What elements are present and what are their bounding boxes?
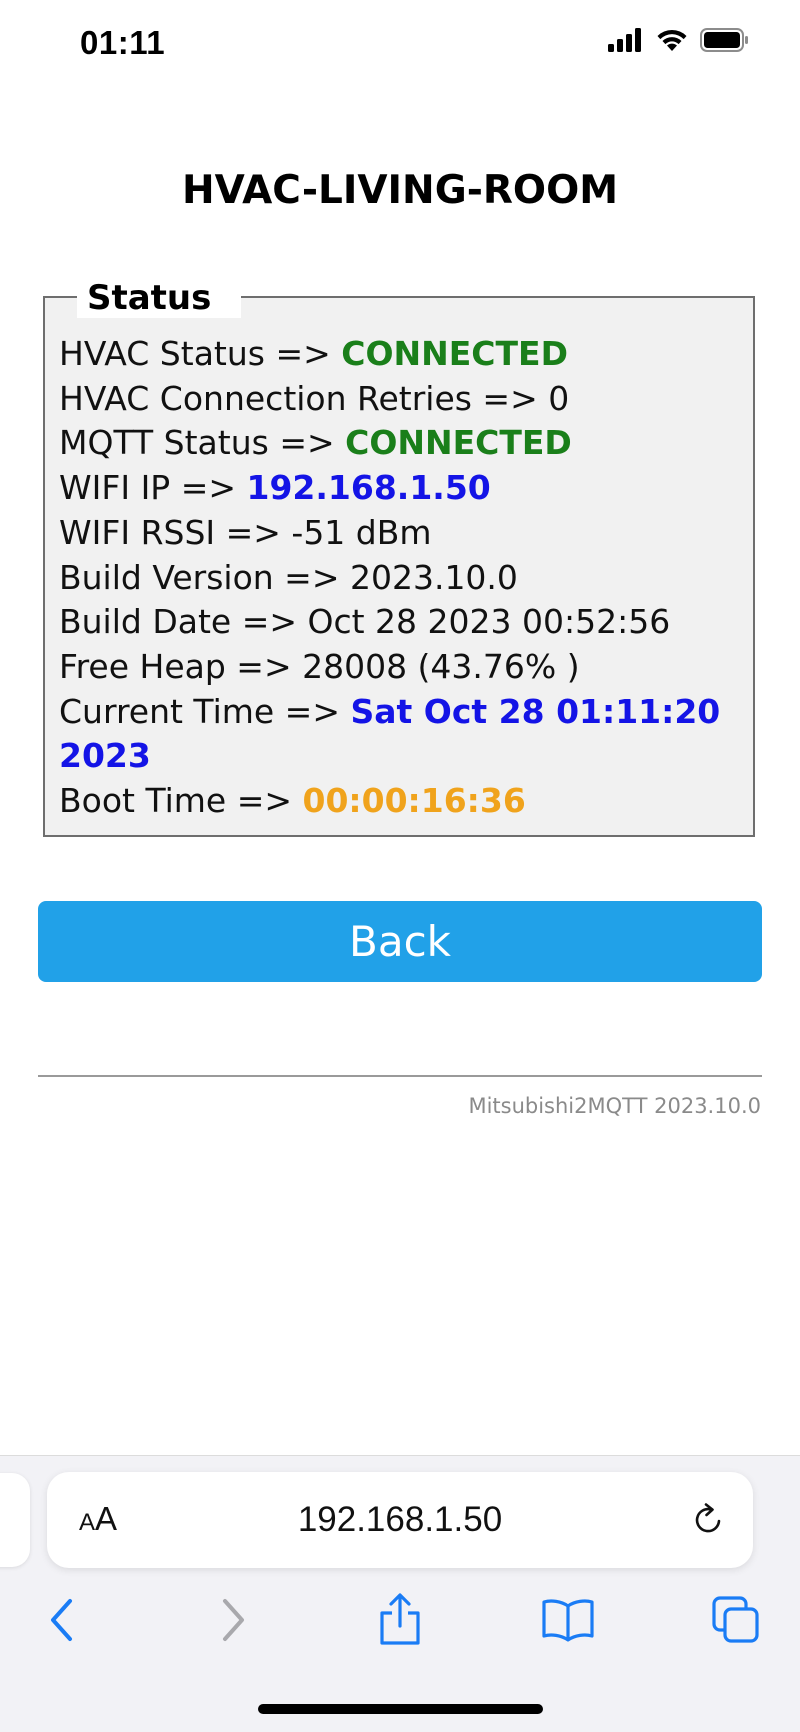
build-date-row: Build Date => Oct 28 2023 00:52:56	[59, 600, 743, 645]
retries-label: HVAC Connection Retries =>	[59, 378, 549, 418]
tabs-icon[interactable]	[706, 1590, 766, 1650]
address-bar[interactable]: AA 192.168.1.50	[47, 1472, 753, 1568]
bookmarks-icon[interactable]	[538, 1590, 598, 1650]
page-title: HVAC-LIVING-ROOM	[181, 168, 619, 213]
wifi-ip-label: WIFI IP =>	[59, 468, 247, 508]
forward-icon[interactable]	[203, 1590, 263, 1650]
build-version-value: 2023.10.0	[349, 557, 518, 597]
footer-version: Mitsubishi2MQTT 2023.10.0	[468, 1094, 761, 1118]
free-heap-label: Free Heap =>	[59, 646, 303, 686]
wifi-rssi-label: WIFI RSSI =>	[59, 512, 292, 552]
status-panel: Status HVAC Status => CONNECTED HVAC Con…	[43, 278, 755, 837]
wifi-rssi-value: -51 dBm	[291, 512, 432, 552]
retries-value: 0	[548, 378, 570, 418]
mqtt-status-value: CONNECTED	[345, 423, 572, 463]
previous-tab-preview[interactable]	[0, 1473, 30, 1567]
boot-time-row: Boot Time => 00:00:16:36	[59, 779, 743, 824]
wifi-rssi-row: WIFI RSSI => -51 dBm	[59, 511, 743, 556]
battery-icon	[700, 28, 750, 52]
build-version-row: Build Version => 2023.10.0	[59, 556, 743, 601]
wifi-icon	[656, 28, 688, 52]
browser-toolbar	[0, 1590, 800, 1660]
url-text[interactable]: 192.168.1.50	[47, 1472, 753, 1568]
back-icon[interactable]	[32, 1590, 92, 1650]
retries-row: HVAC Connection Retries => 0	[59, 377, 743, 422]
status-lines: HVAC Status => CONNECTED HVAC Connection…	[59, 332, 743, 824]
hvac-status-value: CONNECTED	[341, 334, 568, 373]
hvac-status-label: HVAC Status =>	[59, 334, 342, 373]
clock: 01:11	[80, 24, 166, 61]
status-legend: Status	[77, 278, 242, 318]
mqtt-status-label: MQTT Status =>	[59, 423, 346, 463]
free-heap-value: 28008 (43.76% )	[302, 646, 580, 686]
share-icon[interactable]	[370, 1590, 430, 1650]
boot-time-label: Boot Time =>	[59, 781, 303, 821]
boot-time-value: 00:00:16:36	[302, 781, 526, 821]
wifi-ip-value: 192.168.1.50	[246, 468, 491, 508]
current-time-label: Current Time =>	[59, 691, 351, 731]
build-date-value: Oct 28 2023 00:52:56	[307, 602, 671, 642]
back-button[interactable]: Back	[38, 901, 762, 982]
home-indicator	[258, 1704, 543, 1714]
current-time-row: Current Time => Sat Oct 28 01:11:20 2023	[59, 690, 743, 779]
signal-icon	[608, 28, 644, 52]
status-icons	[608, 28, 750, 52]
reload-icon[interactable]	[689, 1501, 727, 1543]
build-version-label: Build Version =>	[59, 557, 350, 597]
build-date-label: Build Date =>	[59, 602, 308, 642]
footer-divider	[38, 1075, 762, 1077]
free-heap-row: Free Heap => 28008 (43.76% )	[59, 645, 743, 690]
mqtt-status-row: MQTT Status => CONNECTED	[59, 421, 743, 466]
wifi-ip-row: WIFI IP => 192.168.1.50	[59, 466, 743, 511]
status-bar: 01:11	[0, 0, 800, 90]
hvac-status-row: HVAC Status => CONNECTED	[59, 332, 743, 377]
